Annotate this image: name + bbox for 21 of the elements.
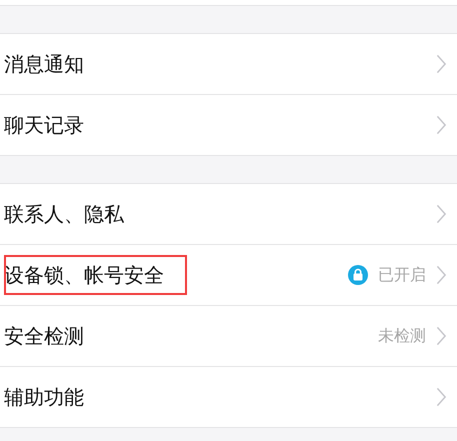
chevron-icon — [436, 326, 447, 346]
chevron-icon — [436, 387, 447, 407]
row-label: 安全检测 — [4, 322, 84, 350]
row-label: 设备锁、帐号安全 — [4, 262, 164, 288]
row-label: 消息通知 — [4, 50, 84, 78]
status-text: 未检测 — [378, 326, 426, 346]
settings-row[interactable]: 安全检测 未检测 — [0, 305, 457, 366]
settings-row[interactable]: 聊天记录 — [0, 94, 457, 155]
chevron-icon — [436, 54, 447, 74]
settings-row[interactable]: 设备锁、帐号安全 已开启 — [0, 244, 457, 305]
lock-icon — [348, 265, 368, 285]
row-label: 辅助功能 — [4, 384, 84, 410]
settings-row[interactable]: 联系人、隐私 — [0, 184, 457, 244]
chevron-icon — [436, 265, 447, 285]
settings-row[interactable]: 辅助功能 — [0, 366, 457, 427]
settings-row[interactable]: 消息通知 — [0, 34, 457, 94]
row-label: 联系人、隐私 — [4, 200, 124, 228]
row-label: 聊天记录 — [4, 112, 84, 138]
chevron-icon — [436, 115, 447, 135]
status-text: 已开启 — [378, 264, 426, 286]
chevron-icon — [436, 204, 447, 224]
